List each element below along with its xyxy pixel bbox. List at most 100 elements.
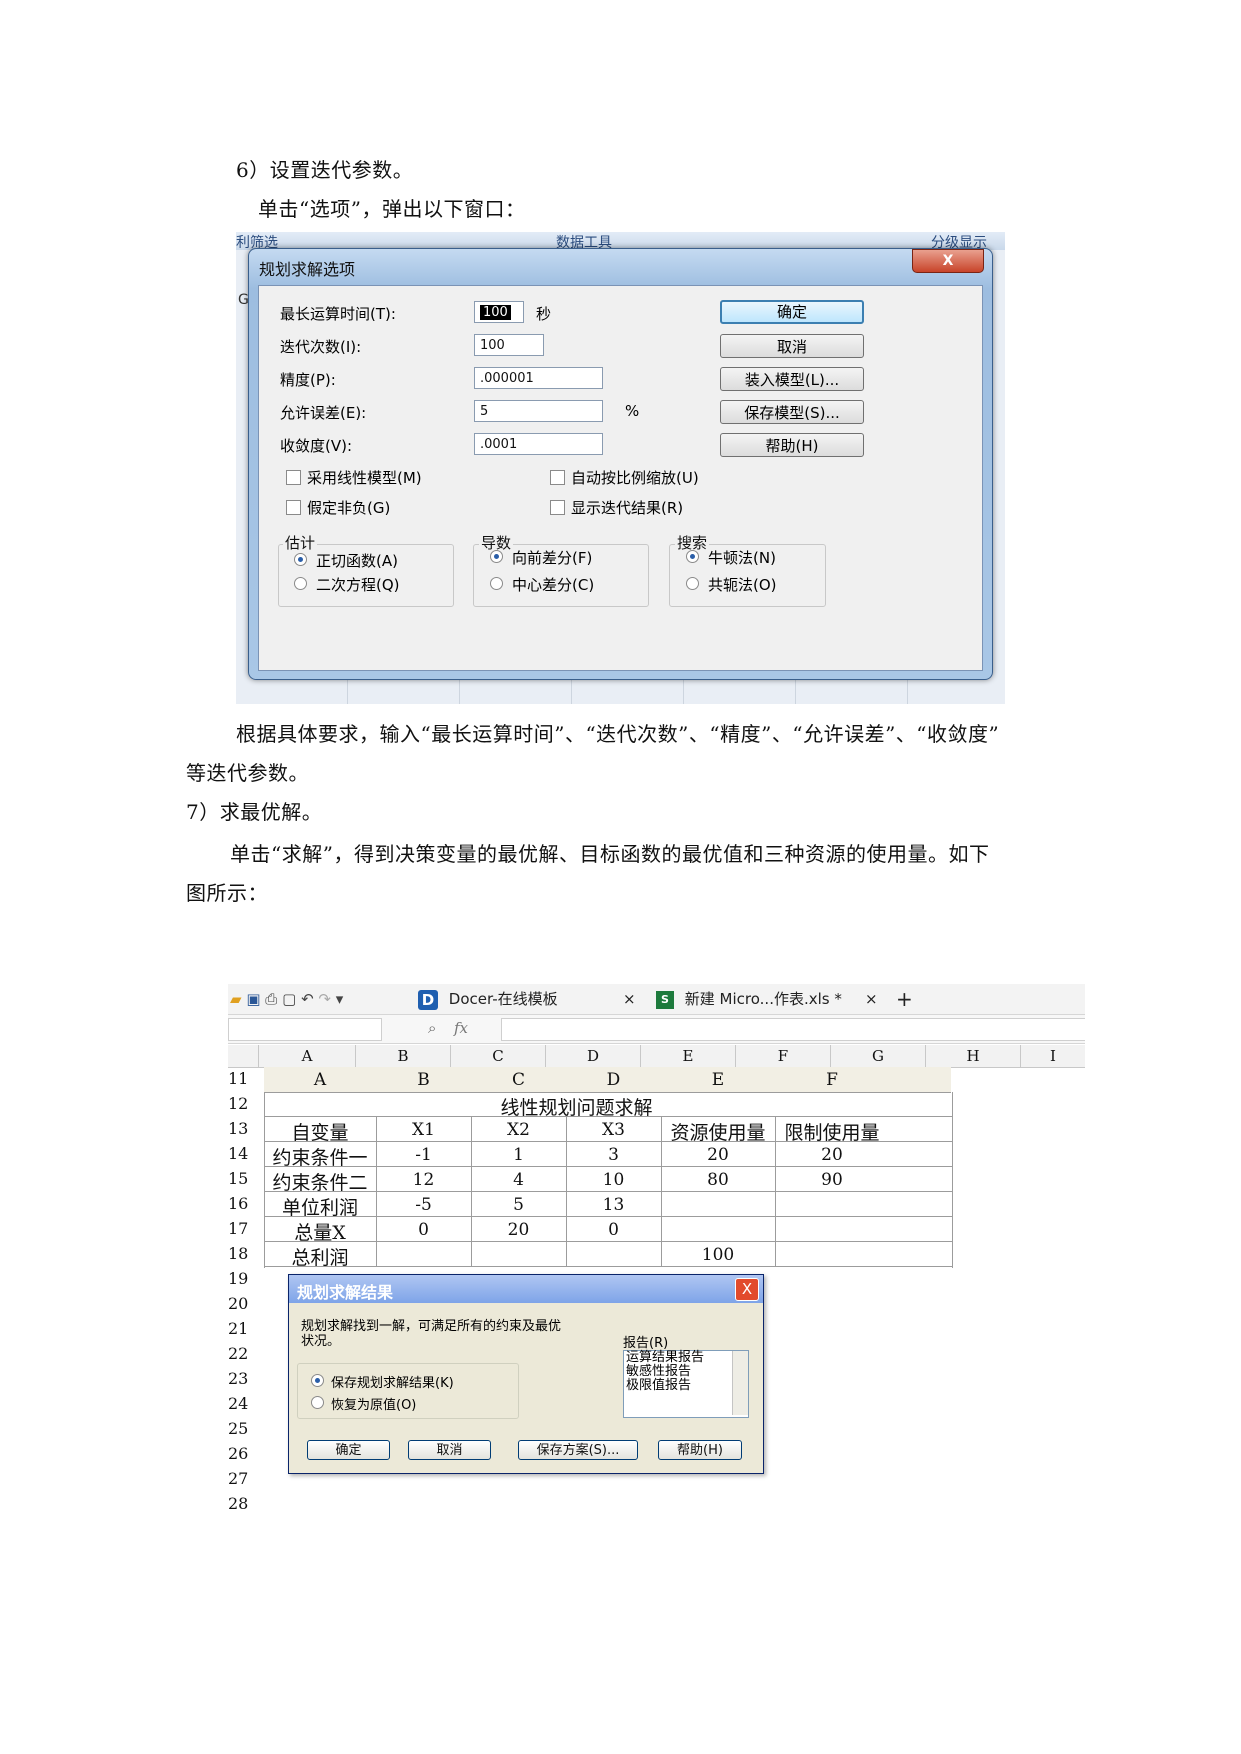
close-button[interactable]: X: [735, 1278, 759, 1301]
table-cell[interactable]: 3: [566, 1145, 661, 1165]
row-number[interactable]: 17: [228, 1219, 256, 1238]
conjugate-radio[interactable]: [686, 577, 699, 590]
fx-icon[interactable]: fx: [454, 1019, 468, 1037]
table-cell[interactable]: 80: [661, 1170, 775, 1190]
table-cell[interactable]: 20: [661, 1145, 775, 1165]
convergence-input[interactable]: .0001: [474, 433, 603, 455]
dropdown-icon[interactable]: ▾: [336, 990, 344, 1008]
row-number[interactable]: 15: [228, 1169, 256, 1188]
name-box[interactable]: [228, 1018, 382, 1041]
load-model-button[interactable]: 装入模型(L)...: [720, 367, 864, 391]
forward-radio[interactable]: [490, 550, 503, 563]
row-number[interactable]: 26: [228, 1444, 256, 1463]
open-icon[interactable]: ▰: [230, 990, 242, 1008]
row-number[interactable]: 23: [228, 1369, 256, 1388]
row-number[interactable]: 11: [228, 1069, 256, 1088]
auto-scale-checkbox[interactable]: [550, 470, 565, 485]
table-cell[interactable]: 100: [661, 1245, 775, 1265]
table-cell[interactable]: 10: [566, 1170, 661, 1190]
tab-workbook-close[interactable]: ×: [865, 986, 878, 1013]
row-number[interactable]: 16: [228, 1194, 256, 1213]
report-listbox[interactable]: 运算结果报告 敏感性报告 极限值报告: [623, 1350, 749, 1418]
tangent-radio[interactable]: [294, 553, 307, 566]
col-header[interactable]: A: [258, 1045, 355, 1067]
row-number[interactable]: 14: [228, 1144, 256, 1163]
row-number[interactable]: 13: [228, 1119, 256, 1138]
report-item[interactable]: 敏感性报告: [626, 1365, 691, 1379]
table-cell[interactable]: 20: [471, 1220, 566, 1240]
redo-icon[interactable]: ↷: [318, 990, 331, 1008]
table-cell[interactable]: 4: [471, 1170, 566, 1190]
formula-input[interactable]: [501, 1018, 1085, 1041]
table-cell[interactable]: 90: [775, 1170, 889, 1190]
restore-values-radio[interactable]: [311, 1396, 324, 1409]
table-cell[interactable]: 总利润: [264, 1243, 376, 1270]
row-number[interactable]: 19: [228, 1269, 256, 1288]
col-header[interactable]: F: [735, 1045, 830, 1067]
report-scrollbar[interactable]: [732, 1351, 748, 1415]
print-icon[interactable]: ⎙: [265, 990, 277, 1008]
col-header[interactable]: H: [925, 1045, 1020, 1067]
table-cell[interactable]: X3: [566, 1120, 661, 1140]
linear-model-checkbox[interactable]: [286, 470, 301, 485]
new-tab-button[interactable]: +: [896, 986, 913, 1013]
row-number[interactable]: 12: [228, 1094, 256, 1113]
table-cell[interactable]: X2: [471, 1120, 566, 1140]
central-radio[interactable]: [490, 577, 503, 590]
table-cell[interactable]: 13: [566, 1195, 661, 1215]
table-cell[interactable]: X1: [376, 1120, 471, 1140]
table-cell[interactable]: 自变量: [264, 1118, 376, 1145]
col-header[interactable]: I: [1020, 1045, 1085, 1067]
table-cell[interactable]: 约束条件二: [264, 1168, 376, 1195]
table-cell[interactable]: 5: [471, 1195, 566, 1215]
max-time-input[interactable]: 100: [474, 301, 524, 323]
table-cell[interactable]: 20: [775, 1145, 889, 1165]
help-button[interactable]: 帮助(H): [720, 433, 864, 457]
row-number[interactable]: 28: [228, 1494, 256, 1513]
table-cell[interactable]: 1: [471, 1145, 566, 1165]
ok-button[interactable]: 确定: [720, 300, 864, 324]
save-scenario-button[interactable]: 保存方案(S)...: [518, 1440, 638, 1460]
table-cell[interactable]: 12: [376, 1170, 471, 1190]
tolerance-input[interactable]: 5: [474, 400, 603, 422]
tab-docer-close[interactable]: ×: [623, 986, 636, 1013]
keep-solution-radio[interactable]: [311, 1374, 324, 1387]
row-number[interactable]: 20: [228, 1294, 256, 1313]
ok-button[interactable]: 确定: [307, 1440, 390, 1460]
table-cell[interactable]: 资源使用量: [661, 1118, 775, 1145]
table-cell[interactable]: 单位利润: [264, 1193, 376, 1220]
col-header[interactable]: C: [450, 1045, 545, 1067]
report-item[interactable]: 极限值报告: [626, 1379, 691, 1393]
save-model-button[interactable]: 保存模型(S)...: [720, 400, 864, 424]
table-cell[interactable]: 总量X: [264, 1218, 376, 1245]
row-number[interactable]: 27: [228, 1469, 256, 1488]
undo-icon[interactable]: ↶: [301, 990, 314, 1008]
report-item[interactable]: 运算结果报告: [626, 1351, 704, 1365]
precision-input[interactable]: .000001: [474, 367, 603, 389]
tab-workbook[interactable]: S 新建 Micro...作表.xls *: [656, 986, 842, 1013]
table-cell[interactable]: -1: [376, 1145, 471, 1165]
show-iterations-checkbox[interactable]: [550, 500, 565, 515]
table-cell[interactable]: 0: [566, 1220, 661, 1240]
col-header[interactable]: E: [640, 1045, 735, 1067]
non-negative-checkbox[interactable]: [286, 500, 301, 515]
row-number[interactable]: 24: [228, 1394, 256, 1413]
row-number[interactable]: 18: [228, 1244, 256, 1263]
cancel-button[interactable]: 取消: [720, 334, 864, 358]
save-icon[interactable]: ▣: [246, 990, 260, 1008]
table-cell[interactable]: 约束条件一: [264, 1143, 376, 1170]
help-button[interactable]: 帮助(H): [658, 1440, 742, 1460]
quadratic-radio[interactable]: [294, 577, 307, 590]
row-number[interactable]: 25: [228, 1419, 256, 1438]
col-header[interactable]: D: [545, 1045, 640, 1067]
table-cell[interactable]: -5: [376, 1195, 471, 1215]
table-cell[interactable]: 0: [376, 1220, 471, 1240]
table-cell[interactable]: 限制使用量: [775, 1118, 889, 1145]
col-header[interactable]: G: [830, 1045, 925, 1067]
row-number[interactable]: 21: [228, 1319, 256, 1338]
zoom-icon[interactable]: ⌕: [428, 1019, 436, 1037]
preview-icon[interactable]: ▢: [282, 990, 296, 1008]
close-button[interactable]: X: [912, 249, 984, 273]
row-number[interactable]: 22: [228, 1344, 256, 1363]
cancel-button[interactable]: 取消: [408, 1440, 491, 1460]
